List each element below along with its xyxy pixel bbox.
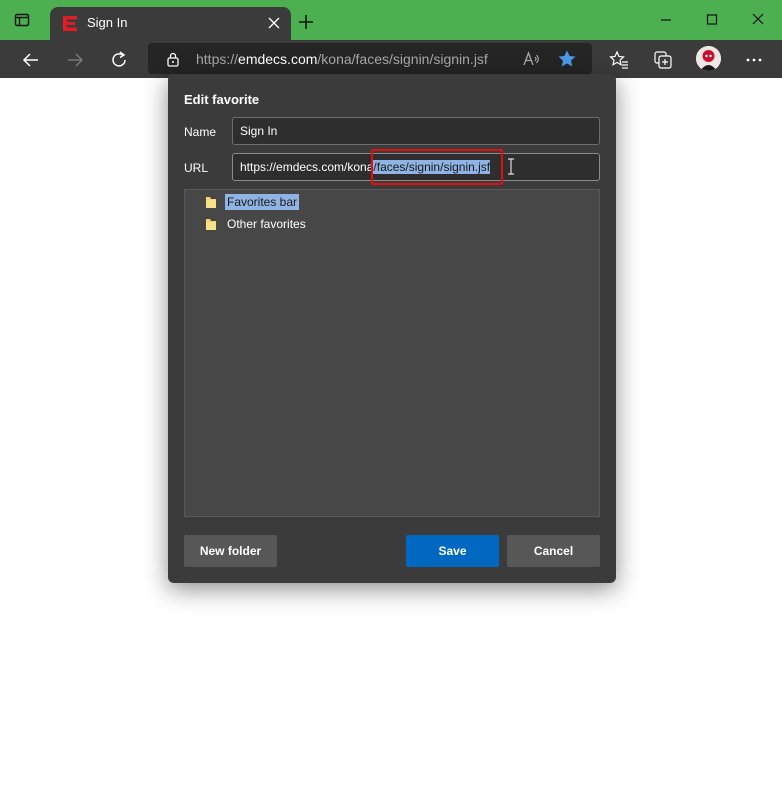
forward-arrow-icon[interactable] bbox=[65, 50, 85, 70]
back-arrow-icon[interactable] bbox=[21, 50, 41, 70]
tab-title: Sign In bbox=[87, 15, 128, 30]
folder-favorites-bar[interactable]: Favorites bar bbox=[205, 193, 300, 211]
url-input-prefix: https://emdecs.com/kona bbox=[240, 160, 374, 174]
new-tab-icon[interactable] bbox=[298, 14, 314, 30]
folder-icon bbox=[206, 218, 216, 230]
site-favicon-icon bbox=[63, 16, 77, 31]
tab-actions-icon[interactable] bbox=[14, 12, 30, 28]
favorites-icon[interactable] bbox=[609, 50, 629, 70]
profile-avatar[interactable] bbox=[696, 46, 721, 71]
more-options-icon[interactable] bbox=[744, 50, 764, 70]
read-aloud-icon[interactable] bbox=[522, 50, 540, 68]
new-folder-button[interactable]: New folder bbox=[184, 535, 277, 567]
annotation-highlight-box bbox=[371, 149, 503, 185]
collections-icon[interactable] bbox=[653, 50, 673, 70]
avatar-image-icon bbox=[696, 46, 721, 71]
folder-tree[interactable]: Favorites bar Other favorites bbox=[184, 189, 600, 517]
minimize-icon[interactable] bbox=[656, 10, 676, 30]
tab-close-icon[interactable] bbox=[267, 16, 281, 30]
maximize-icon[interactable] bbox=[702, 10, 722, 30]
name-label: Name bbox=[184, 125, 217, 139]
folder-other-favorites[interactable]: Other favorites bbox=[205, 215, 308, 233]
dialog-title: Edit favorite bbox=[184, 92, 260, 107]
favorite-star-icon[interactable] bbox=[557, 49, 577, 69]
navigation-toolbar: https://emdecs.com/kona/faces/signin/sig… bbox=[0, 40, 782, 78]
lock-icon[interactable] bbox=[166, 51, 180, 67]
folder-label: Favorites bar bbox=[225, 194, 300, 210]
tab-sign-in[interactable]: Sign In bbox=[50, 7, 291, 40]
text-cursor-icon bbox=[508, 158, 514, 175]
edit-favorite-dialog: Edit favorite Name Sign In URL https://e… bbox=[168, 74, 616, 583]
address-bar[interactable]: https://emdecs.com/kona/faces/signin/sig… bbox=[148, 43, 592, 74]
url-label: URL bbox=[184, 161, 209, 175]
refresh-icon[interactable] bbox=[109, 50, 129, 70]
cancel-button[interactable]: Cancel bbox=[507, 535, 600, 567]
address-url: https://emdecs.com/kona/faces/signin/sig… bbox=[196, 51, 488, 67]
folder-icon bbox=[206, 196, 216, 208]
name-input[interactable]: Sign In bbox=[232, 117, 600, 145]
folder-label: Other favorites bbox=[227, 217, 306, 231]
title-bar: Sign In bbox=[0, 0, 782, 40]
save-button[interactable]: Save bbox=[406, 535, 499, 567]
window-close-icon[interactable] bbox=[748, 10, 768, 30]
